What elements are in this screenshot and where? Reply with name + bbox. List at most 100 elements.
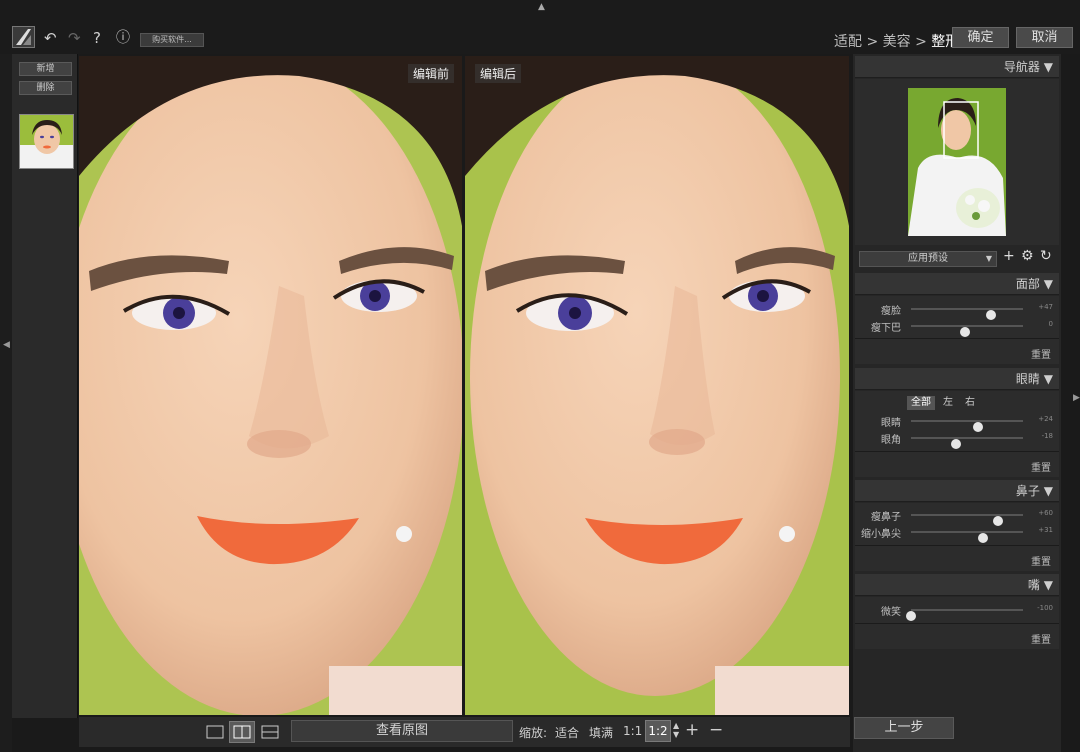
before-label: 编辑前: [407, 64, 454, 83]
slider-label: 瘦下巴: [871, 323, 901, 334]
single-view-button[interactable]: [202, 721, 228, 743]
mouth-section-header[interactable]: 嘴 ▼: [855, 574, 1059, 596]
slider-value: -100: [1037, 604, 1053, 612]
help-icon[interactable]: ?: [93, 30, 101, 46]
slider-track[interactable]: [911, 531, 1023, 543]
collapse-icon[interactable]: ▼: [1044, 484, 1053, 498]
gear-icon[interactable]: ⚙: [1021, 248, 1034, 264]
navigator-preview[interactable]: [908, 88, 1006, 236]
mouth-reset-button[interactable]: 重置: [1031, 631, 1051, 646]
side-by-side-view-button[interactable]: [229, 721, 255, 743]
buy-software-button[interactable]: 购买软件...: [140, 33, 204, 47]
slider-track[interactable]: [911, 437, 1023, 449]
side-by-side-icon: [233, 725, 251, 739]
after-label: 编辑后: [475, 64, 522, 83]
divider: [855, 338, 1059, 339]
photo-thumbnail[interactable]: [19, 114, 74, 169]
collapse-icon[interactable]: ▼: [1044, 277, 1053, 291]
after-portrait-image: [465, 56, 849, 715]
mouth-section-body: 微笑 -100 重置: [855, 597, 1059, 649]
slider-track[interactable]: [911, 420, 1023, 432]
eyes-section-header[interactable]: 眼睛 ▼: [855, 368, 1059, 390]
zoom-out-button[interactable]: −: [709, 720, 723, 740]
navigator-header[interactable]: 导航器 ▼: [855, 56, 1059, 78]
slider-value: +47: [1038, 303, 1053, 311]
slider-slim-face[interactable]: 瘦脸 +47: [855, 302, 1059, 320]
slider-value: +24: [1038, 415, 1053, 423]
slider-thumb[interactable]: [950, 439, 961, 449]
zoom-in-button[interactable]: +: [685, 720, 699, 740]
zoom-fit-button[interactable]: 适合: [555, 724, 579, 741]
undo-icon[interactable]: ↶: [44, 30, 57, 46]
preset-select[interactable]: 应用预设 ▼: [859, 251, 997, 267]
slider-slim-nose[interactable]: 瘦鼻子 +60: [855, 508, 1059, 526]
zoom-fill-button[interactable]: 填满: [589, 724, 613, 741]
collapse-icon[interactable]: ▼: [1044, 578, 1053, 592]
face-section-header[interactable]: 面部 ▼: [855, 273, 1059, 295]
refresh-icon[interactable]: ↻: [1040, 248, 1052, 264]
slider-label: 瘦鼻子: [871, 512, 901, 523]
slider-value: +60: [1038, 509, 1053, 517]
expand-right-arrow-icon[interactable]: ▶: [1073, 393, 1080, 403]
slider-eye-corner[interactable]: 眼角 -18: [855, 431, 1059, 449]
filmstrip-panel: 新增 删除: [12, 54, 78, 718]
slider-value: 0: [1048, 320, 1053, 328]
top-bottom-icon: [261, 725, 279, 739]
zoom-1-1-button[interactable]: 1:1: [623, 724, 642, 738]
nose-section-header[interactable]: 鼻子 ▼: [855, 480, 1059, 502]
before-portrait-image: [79, 56, 462, 715]
slider-thumb[interactable]: [959, 327, 970, 337]
slider-eyes[interactable]: 眼睛 +24: [855, 414, 1059, 432]
collapse-top-arrow-icon[interactable]: ▲: [538, 2, 545, 12]
face-section-title: 面部: [1015, 277, 1040, 291]
bottom-toolbar: 查看原图 缩放: 适合 填满 1:1 1:2 ▲ ▼ + −: [79, 717, 850, 747]
confirm-button[interactable]: 确定: [952, 27, 1009, 48]
nose-section-title: 鼻子: [1015, 484, 1040, 498]
redo-icon[interactable]: ↷: [68, 30, 81, 46]
slider-thumb[interactable]: [906, 611, 916, 621]
divider: [855, 623, 1059, 624]
face-reset-button[interactable]: 重置: [1031, 346, 1051, 361]
eyes-reset-button[interactable]: 重置: [1031, 459, 1051, 474]
info-icon[interactable]: ⓘ: [116, 30, 130, 46]
slider-label: 缩小鼻尖: [861, 529, 901, 540]
top-bar: ▲ ↶ ↷ ? ⓘ 购买软件... 适配 > 美容 > 整形 确定 取消: [0, 0, 1080, 54]
slider-label: 眼角: [881, 435, 901, 446]
face-section-body: 瘦脸 +47 瘦下巴 0 重置: [855, 296, 1059, 364]
slider-shrink-nose-tip[interactable]: 缩小鼻尖 +31: [855, 525, 1059, 543]
thumbnail-image: [20, 115, 73, 168]
zoom-stepper-icon[interactable]: ▲ ▼: [673, 721, 679, 739]
nose-section-body: 瘦鼻子 +60 缩小鼻尖 +31 重置: [855, 503, 1059, 571]
slider-smile[interactable]: 微笑 -100: [855, 603, 1059, 621]
slider-thumb[interactable]: [977, 533, 988, 543]
eyes-section-title: 眼睛: [1015, 372, 1040, 386]
tab-left[interactable]: 左: [939, 396, 957, 410]
cancel-button[interactable]: 取消: [1016, 27, 1073, 48]
zoom-current-value[interactable]: 1:2: [645, 720, 671, 742]
slider-track[interactable]: [911, 514, 1023, 526]
tab-all[interactable]: 全部: [907, 396, 935, 410]
before-image-pane[interactable]: 编辑前: [79, 56, 462, 715]
slider-track[interactable]: [911, 308, 1023, 320]
plus-icon[interactable]: +: [1003, 248, 1015, 264]
add-button[interactable]: 新增: [19, 62, 72, 76]
view-original-button[interactable]: 查看原图: [291, 720, 513, 742]
tab-right[interactable]: 右: [961, 396, 979, 410]
slider-track[interactable]: [911, 325, 1023, 337]
nose-reset-button[interactable]: 重置: [1031, 553, 1051, 568]
top-bottom-view-button[interactable]: [257, 721, 283, 743]
slider-track[interactable]: [906, 609, 1023, 621]
after-image-pane[interactable]: 编辑后: [465, 56, 849, 715]
collapse-icon[interactable]: ▼: [1044, 60, 1053, 74]
collapse-icon[interactable]: ▼: [1044, 372, 1053, 386]
eyes-section-body: 全部 左 右 眼睛 +24 眼角 -18 重置: [855, 391, 1059, 477]
breadcrumb-item-adapt[interactable]: 适配: [834, 34, 862, 50]
logo-icon: [16, 29, 31, 45]
slider-slim-chin[interactable]: 瘦下巴 0: [855, 319, 1059, 337]
delete-button[interactable]: 删除: [19, 81, 72, 95]
breadcrumb-separator: >: [866, 34, 879, 50]
expand-left-arrow-icon[interactable]: ◀: [3, 340, 10, 350]
divider: [855, 545, 1059, 546]
breadcrumb-item-beauty[interactable]: 美容: [883, 34, 911, 50]
previous-step-button[interactable]: 上一步: [854, 717, 954, 739]
